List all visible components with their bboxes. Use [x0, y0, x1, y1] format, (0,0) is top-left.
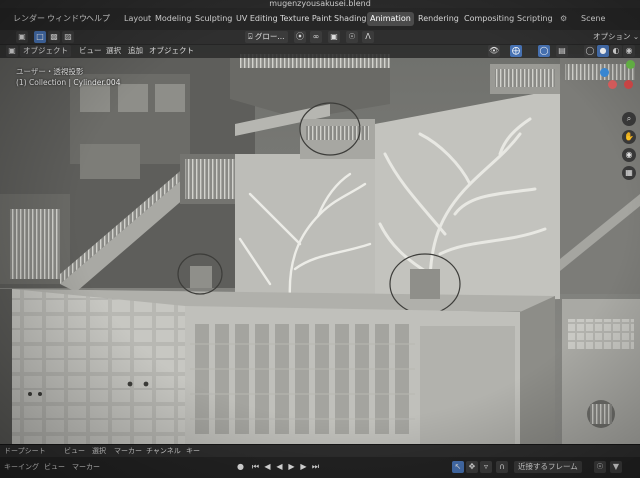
xray-toggle-icon[interactable]: ▤ — [556, 45, 568, 57]
gizmo-x-neg-icon[interactable] — [608, 80, 617, 89]
proportional-edit-icon[interactable]: ☉ — [346, 31, 358, 43]
tab-compositing[interactable]: Compositing — [461, 12, 517, 26]
tab-sculpting[interactable]: Sculpting — [192, 12, 235, 26]
menu-help[interactable]: ヘルプ — [83, 12, 113, 26]
play-reverse-icon[interactable]: ◀ — [274, 461, 285, 473]
ortho-grid-icon[interactable]: ▦ — [622, 166, 636, 180]
visibility-eye-icon[interactable]: 👁 — [488, 45, 500, 57]
editor-type-icon[interactable]: ▣ — [16, 31, 28, 43]
overlay-toggle-icon[interactable]: ◯ — [538, 45, 550, 57]
falloff-icon[interactable]: Λ — [362, 31, 374, 43]
menu-select[interactable]: 選択 — [103, 45, 124, 57]
dopesheet-header: ドープシート ビュー 選択 マーカー チャンネル キー — [0, 444, 640, 458]
scene-icon[interactable]: ⚙ — [557, 12, 570, 26]
shading-solid-icon[interactable]: ● — [597, 45, 609, 57]
pan-hand-icon[interactable]: ✋ — [622, 130, 636, 144]
snap-target-icon[interactable]: ▣ — [328, 31, 340, 43]
gizmo-x-axis-icon[interactable] — [624, 80, 633, 89]
dopesheet-menu-channel[interactable]: チャンネル — [146, 446, 181, 457]
tab-shading[interactable]: Shading — [331, 12, 370, 26]
dopesheet-menu-select[interactable]: 選択 — [92, 446, 106, 457]
jump-start-icon[interactable]: ⏮ — [250, 461, 261, 473]
menu-add[interactable]: 追加 — [125, 45, 146, 57]
zoom-icon[interactable]: ⌕ — [622, 112, 636, 126]
view-name: ユーザー・透視投影 — [16, 67, 84, 76]
snap-magnet-icon[interactable]: ∩ — [496, 461, 508, 473]
filter-icon[interactable]: ▿ — [480, 461, 492, 473]
file-title: mugenzyousakusei.blend — [0, 0, 640, 8]
blender-window: mugenzyousakusei.blend レンダー ウィンドウ ヘルプ La… — [0, 0, 640, 478]
3d-viewport[interactable]: ユーザー・透視投影 (1) Collection | Cylinder.004 … — [0, 44, 640, 444]
tab-texture-paint[interactable]: Texture Paint — [277, 12, 335, 26]
tab-layout[interactable]: Layout — [121, 12, 154, 26]
gizmo-y-axis-icon[interactable] — [626, 60, 635, 69]
gizmo-toggle-icon[interactable]: ⨁ — [510, 45, 522, 57]
dopesheet-mode-label[interactable]: ドープシート — [4, 446, 46, 457]
tab-uv-editing[interactable]: UV Editing — [233, 12, 281, 26]
dopesheet-menu-view[interactable]: ビュー — [64, 446, 85, 457]
transform-icon[interactable]: ✥ — [466, 461, 478, 473]
select-box-icon[interactable]: □ — [34, 31, 46, 43]
menu-object[interactable]: オブジェクト — [146, 45, 197, 57]
dopesheet-menu-marker[interactable]: マーカー — [114, 446, 142, 457]
select-subtract-icon[interactable]: ▨ — [62, 31, 74, 43]
orientation-icon: ⍓ — [248, 32, 255, 41]
keying-dropdown[interactable]: キーイング — [4, 462, 39, 473]
top-bar: レンダー ウィンドウ ヘルプ Layout Modeling Sculpting… — [0, 8, 640, 31]
collection-info: (1) Collection | Cylinder.004 — [16, 78, 121, 87]
shading-rendered-icon[interactable]: ◉ — [623, 45, 635, 57]
tab-scripting[interactable]: Scripting — [514, 12, 556, 26]
mode-dropdown[interactable]: オブジェクト — [20, 45, 71, 57]
play-icon[interactable]: ▶ — [286, 461, 297, 473]
snap-mode-dropdown[interactable]: 近接するフレーム — [514, 461, 582, 473]
pivot-icon[interactable]: ⦿ — [294, 31, 306, 43]
record-icon[interactable]: ● — [235, 461, 246, 473]
menu-view[interactable]: ビュー — [76, 45, 105, 57]
shading-material-icon[interactable]: ◐ — [610, 45, 622, 57]
camera-view-icon[interactable]: ◉ — [622, 148, 636, 162]
shading-wireframe-icon[interactable]: ◯ — [584, 45, 596, 57]
select-cursor-icon[interactable]: ↖ — [452, 461, 464, 473]
transform-orientation-dropdown[interactable]: ⍓ グロー... — [245, 31, 288, 43]
mode-icon: ▣ — [6, 45, 18, 57]
prev-keyframe-icon[interactable]: ◀ — [262, 461, 273, 473]
tab-animation[interactable]: Animation — [367, 12, 414, 26]
dopesheet-menu-key[interactable]: キー — [186, 446, 200, 457]
timeline-menu-marker[interactable]: マーカー — [72, 462, 100, 473]
jump-end-icon[interactable]: ⏭ — [310, 461, 321, 473]
tab-modeling[interactable]: Modeling — [152, 12, 194, 26]
options-dropdown[interactable]: オプション ⌄ — [590, 31, 640, 43]
select-extend-icon[interactable]: ▩ — [48, 31, 60, 43]
next-keyframe-icon[interactable]: ▶ — [298, 461, 309, 473]
timeline-controls: キーイング ビュー マーカー ● ⏮ ◀ ◀ ▶ ▶ ⏭ ↖ ✥ ▿ ∩ 近接す… — [0, 457, 640, 478]
proportional-icon[interactable]: ☉ — [594, 461, 606, 473]
menu-render[interactable]: レンダー — [10, 12, 48, 26]
snap-icon[interactable]: ∞ — [310, 31, 322, 43]
gizmo-z-axis-icon[interactable] — [600, 68, 609, 77]
scene-render — [0, 44, 640, 444]
tab-rendering[interactable]: Rendering — [415, 12, 462, 26]
timeline-menu-view[interactable]: ビュー — [44, 462, 65, 473]
transform-label: グロー... — [254, 32, 285, 41]
viewport-menu-row: ▣ オブジェクト ビュー 選択 追加 オブジェクト 👁 ⨁ ◯ ▤ ◯ ● ◐ … — [0, 44, 640, 58]
viewport-toolbar: ▣ □ ▩ ▨ ⍓ グロー... ⦿ ∞ ▣ ☉ Λ オプション ⌄ — [0, 30, 640, 45]
scene-selector[interactable]: Scene — [578, 12, 608, 26]
filter-funnel-icon[interactable]: ▼ — [610, 461, 622, 473]
